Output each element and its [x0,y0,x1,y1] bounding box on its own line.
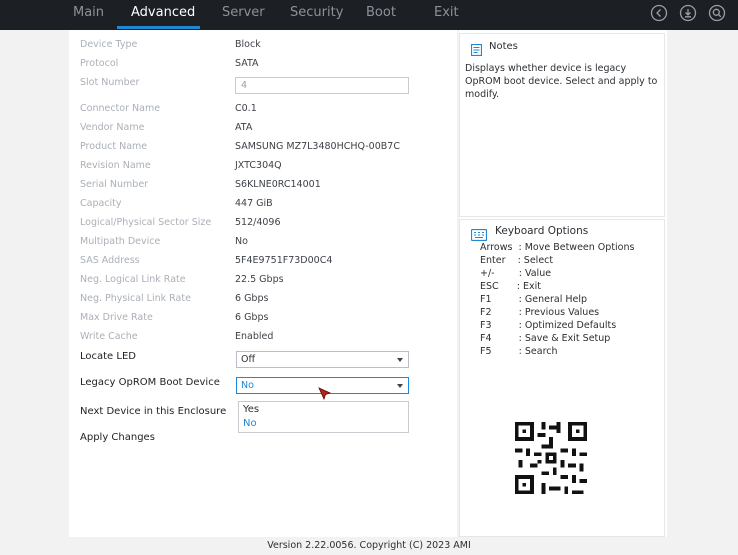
mouse-cursor-icon [318,386,332,405]
kb-esc: ESC : Exit [480,281,541,292]
label-neg-logical-link-rate: Neg. Logical Link Rate [80,274,186,285]
kb-arrows: Arrows : Move Between Options [480,242,635,253]
label-revision-name: Revision Name [80,160,151,171]
slot-number-value: 4 [241,80,248,91]
footer-version: Version 2.22.0056. Copyright (C) 2023 AM… [0,537,738,553]
kb-enter: Enter : Select [480,255,554,266]
apply-changes-button[interactable]: Apply Changes [80,432,155,443]
label-connector-name: Connector Name [80,103,161,114]
value-serial-number: S6KLNE0RC14001 [235,179,321,190]
label-vendor-name: Vendor Name [80,122,145,133]
dropdown-option-no[interactable]: No [243,418,257,429]
notes-text: Displays whether device is legacy OpROM … [465,63,658,100]
notes-title: Notes [489,41,518,52]
notes-box: Notes Displays whether device is legacy … [459,33,665,217]
value-revision-name: JXTC304Q [235,160,282,171]
value-neg-physical-link-rate: 6 Gbps [235,293,269,304]
slot-number-field: 4 [235,77,409,94]
kb-plus-minus: +/- : Value [480,268,552,279]
legacy-oprom-value: No [241,380,254,391]
tab-exit[interactable]: Exit [434,0,459,30]
value-product-name: SAMSUNG MZ7L3480HCHQ-00B7C [235,141,400,152]
value-vendor-name: ATA [235,122,253,133]
label-product-name: Product Name [80,141,148,152]
locate-led-value: Off [241,354,256,365]
chevron-down-icon [397,384,403,388]
keyboard-options-box: Keyboard Options Arrows : Move Between O… [459,219,665,537]
value-multipath-device: No [235,236,248,247]
help-panel: Notes Displays whether device is legacy … [459,30,667,537]
value-capacity: 447 GiB [235,198,273,209]
device-settings-panel: Device Type Block Protocol SATA Slot Num… [69,30,457,537]
label-locate-led: Locate LED [80,351,136,362]
top-menu-bar: Main Advanced Server Security Boot Exit [0,0,738,30]
active-tab-indicator [117,26,200,29]
footer-text: Version 2.22.0056. Copyright (C) 2023 AM… [267,540,471,551]
tab-security[interactable]: Security [290,0,343,30]
qr-code-icon [511,418,591,498]
save-download-icon[interactable] [679,4,697,22]
label-multipath-device: Multipath Device [80,236,161,247]
value-protocol: SATA [235,58,259,69]
label-protocol: Protocol [80,58,119,69]
label-sector-size: Logical/Physical Sector Size [80,217,212,228]
label-sas-address: SAS Address [80,255,140,266]
value-write-cache: Enabled [235,331,274,342]
keyboard-options-title: Keyboard Options [495,225,589,237]
value-max-drive-rate: 6 Gbps [235,312,269,323]
label-legacy-oprom-boot-device: Legacy OpROM Boot Device [80,377,220,388]
label-capacity: Capacity [80,198,122,209]
next-device-link[interactable]: Next Device in this Enclosure [80,406,226,417]
notes-icon [470,41,483,60]
value-sas-address: 5F4E9751F73D00C4 [235,255,333,266]
tab-boot[interactable]: Boot [366,0,396,30]
legacy-oprom-dropdown-list: Yes No [238,401,409,433]
label-device-type: Device Type [80,39,138,50]
label-write-cache: Write Cache [80,331,138,342]
tab-server[interactable]: Server [222,0,265,30]
back-icon[interactable] [650,4,668,22]
kb-f2: F2 : Previous Values [480,307,600,318]
value-sector-size: 512/4096 [235,217,281,228]
value-connector-name: C0.1 [235,103,257,114]
chevron-down-icon [397,358,403,362]
kb-f5: F5 : Search [480,346,558,357]
tab-main[interactable]: Main [73,0,104,30]
label-serial-number: Serial Number [80,179,149,190]
search-icon[interactable] [708,4,726,22]
value-neg-logical-link-rate: 22.5 Gbps [235,274,284,285]
label-neg-physical-link-rate: Neg. Physical Link Rate [80,293,191,304]
label-max-drive-rate: Max Drive Rate [80,312,153,323]
label-slot-number: Slot Number [80,77,140,88]
kb-f1: F1 : General Help [480,294,588,305]
dropdown-option-yes[interactable]: Yes [243,404,259,415]
kb-f3: F3 : Optimized Defaults [480,320,617,331]
value-device-type: Block [235,39,261,50]
locate-led-select[interactable]: Off [236,351,409,368]
kb-f4: F4 : Save & Exit Setup [480,333,611,344]
